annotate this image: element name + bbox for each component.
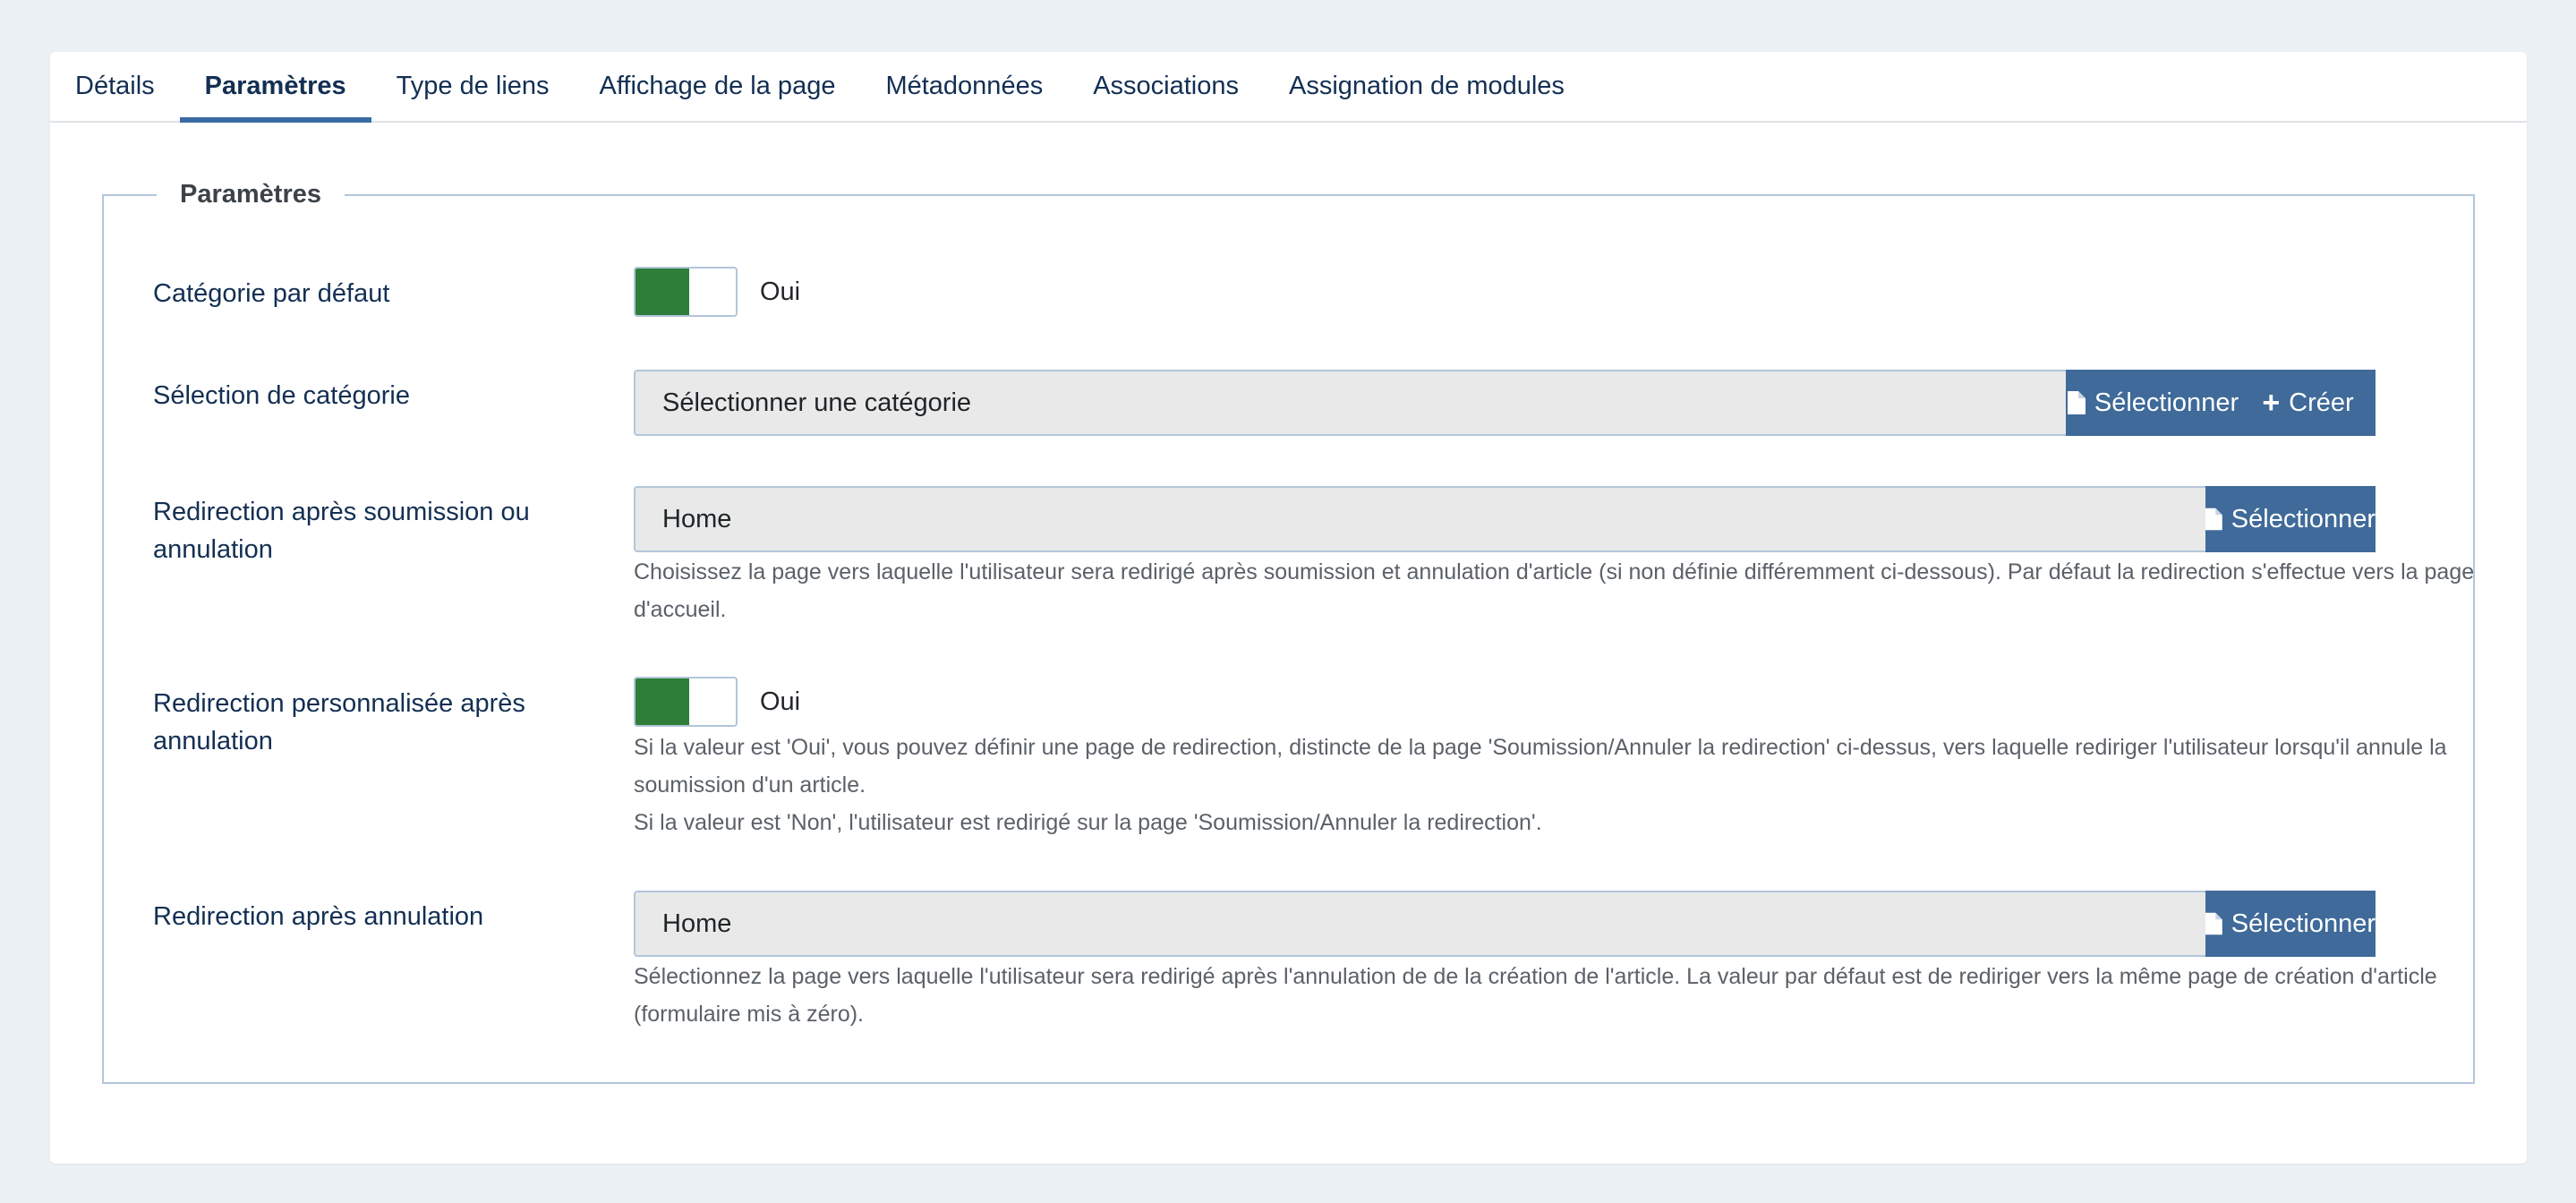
tab-bar: Détails Paramètres Type de liens Afficha… [50, 52, 2527, 123]
tab-parametres[interactable]: Paramètres [179, 52, 371, 123]
file-icon [2205, 912, 2222, 935]
redirect-submit-field[interactable]: Home [634, 486, 2256, 552]
redirect-submit-label-line1: Redirection après soumission ou [153, 498, 530, 526]
category-create-button[interactable]: + Créer [2240, 370, 2376, 436]
toggle-knob [635, 678, 689, 725]
redirect-cancel-help-line2: (formulaire mis à zéro). [634, 1002, 864, 1027]
tab-metadonnees[interactable]: Métadonnées [860, 52, 1068, 121]
redirect-cancel-select-button[interactable]: Sélectionner [2205, 891, 2376, 957]
tab-assignation-de-modules[interactable]: Assignation de modules [1264, 52, 1590, 121]
tab-affichage-de-la-page[interactable]: Affichage de la page [575, 52, 861, 121]
redirect-submit-value: Home [662, 504, 732, 533]
toggle-knob [635, 269, 689, 315]
default-category-value: Oui [760, 277, 801, 306]
default-category-toggle[interactable] [634, 267, 738, 317]
redirect-cancel-value: Home [662, 909, 732, 938]
category-select-label: Sélection de catégorie [153, 381, 410, 410]
tab-details[interactable]: Détails [50, 52, 180, 121]
category-select-button[interactable]: Sélectionner [2066, 370, 2240, 436]
custom-redirect-help-line1: Si la valeur est 'Oui', vous pouvez défi… [634, 735, 2447, 760]
category-select-field[interactable]: Sélectionner une catégorie [634, 370, 2116, 436]
redirect-submit-label-line2: annulation [153, 535, 273, 564]
custom-redirect-value: Oui [760, 687, 801, 716]
tab-associations[interactable]: Associations [1068, 52, 1264, 121]
select-label: Sélectionner [2094, 388, 2239, 417]
custom-redirect-help-line3: Si la valeur est 'Non', l'utilisateur es… [634, 810, 1542, 835]
redirect-cancel-label: Redirection après annulation [153, 902, 484, 931]
tab-type-de-liens[interactable]: Type de liens [371, 52, 575, 121]
file-icon [2205, 508, 2222, 531]
custom-redirect-help-line2: soumission d'un article. [634, 772, 866, 798]
file-icon [2067, 391, 2086, 414]
redirect-submit-select-button[interactable]: Sélectionner [2205, 486, 2376, 552]
select-label: Sélectionner [2231, 504, 2376, 533]
custom-redirect-label-line1: Redirection personnalisée après [153, 689, 525, 718]
redirect-submit-help-line1: Choisissez la page vers laquelle l'utili… [634, 559, 2475, 584]
category-select-value: Sélectionner une catégorie [662, 388, 972, 417]
fieldset-legend: Paramètres [157, 176, 345, 212]
content-card: Détails Paramètres Type de liens Afficha… [50, 52, 2527, 1164]
plus-icon: + [2262, 386, 2281, 420]
redirect-cancel-help-line1: Sélectionnez la page vers laquelle l'uti… [634, 964, 2437, 989]
create-label: Créer [2289, 388, 2354, 417]
default-category-label: Catégorie par défaut [153, 279, 390, 308]
custom-redirect-label-line2: annulation [153, 727, 273, 755]
redirect-submit-help-line2: d'accueil. [634, 597, 727, 622]
select-label: Sélectionner [2231, 909, 2376, 938]
redirect-cancel-field[interactable]: Home [634, 891, 2256, 957]
custom-redirect-toggle[interactable] [634, 677, 738, 727]
